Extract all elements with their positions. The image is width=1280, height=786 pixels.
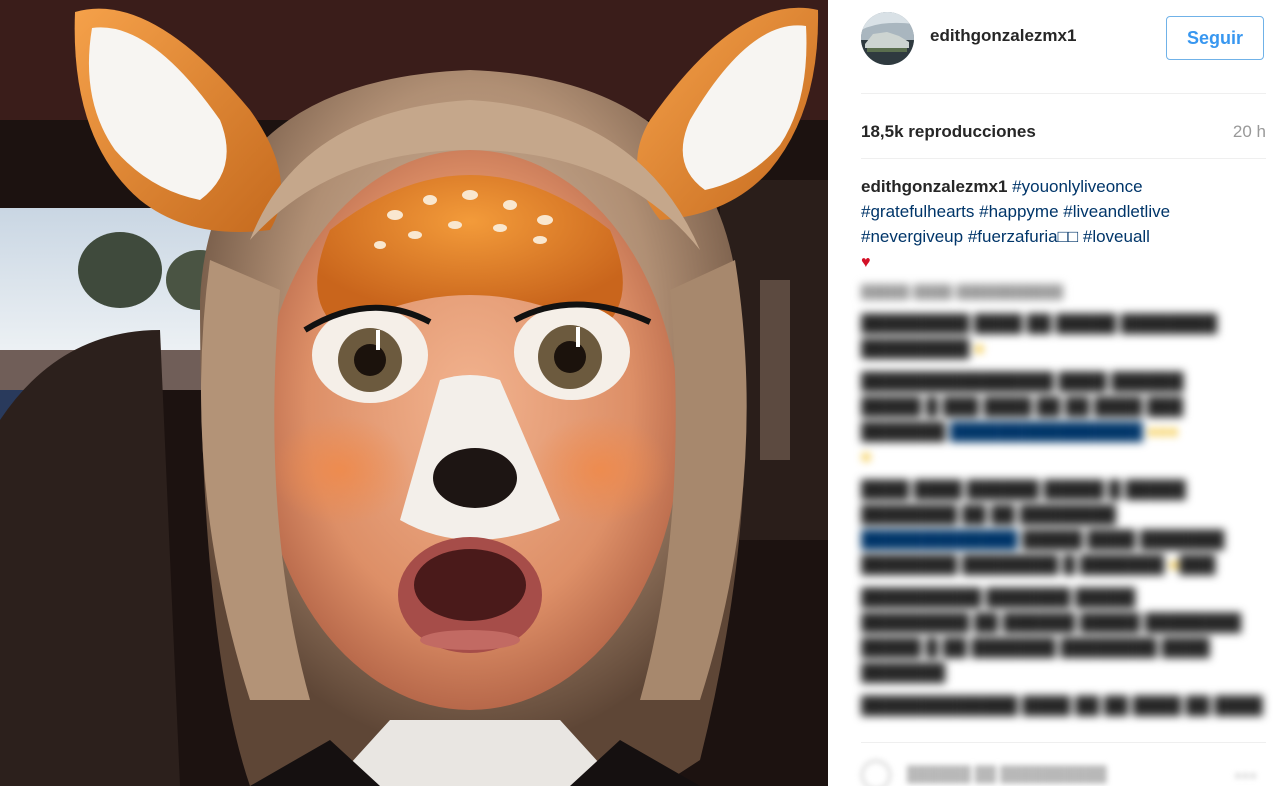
caption-line: #gratefulhearts #happyme #liveandletlive xyxy=(861,199,1261,224)
comments-divider xyxy=(861,742,1266,743)
blurred-comment: █████████ ● xyxy=(861,339,985,358)
blurred-comment: █████████████ █████ ████ ███████ xyxy=(861,530,1225,549)
blurred-comment: █████ █ ██ ███████ ████████ ████ xyxy=(861,638,1210,657)
post-video[interactable] xyxy=(0,0,828,786)
comment-input-blurred[interactable]: ██████ ██ ██████████ xyxy=(907,766,1107,783)
avatar-icon xyxy=(861,12,914,65)
blurred-comment: ████████ ██ ██ ████████ xyxy=(861,505,1117,524)
view-count[interactable]: 18,5k reproducciones xyxy=(861,122,1036,142)
post-caption: edithgonzalezmx1 #youonlyliveonce #grate… xyxy=(861,174,1261,275)
blurred-comment: ████████ ████████ █ ███████ ●███ xyxy=(861,555,1216,574)
hashtag-link[interactable]: #liveandletlive xyxy=(1063,202,1170,221)
blurred-comment: ████ ████ ██████ █████ █ █████ xyxy=(861,480,1186,499)
caption-username[interactable]: edithgonzalezmx1 xyxy=(861,177,1007,196)
blurred-comment: ████████████████ ████ ██████ xyxy=(861,372,1184,391)
more-options-icon[interactable]: ••• xyxy=(1235,768,1258,786)
instagram-post-window: edithgonzalezmx1 Seguir 18,5k reproducci… xyxy=(0,0,1280,786)
blurred-comment: █████████████ ████ ██ ██ ████ ██ ████ xyxy=(861,696,1263,715)
blurred-comment: █████████ ██ ██████ █████ ████████ xyxy=(861,613,1242,632)
deer-filter-selfie xyxy=(0,0,828,786)
blurred-comment: █████████ ████ ██ █████ ████████ xyxy=(861,314,1218,333)
heart-emoji-icon: ♥ xyxy=(861,254,871,271)
hashtag-link[interactable]: #happyme xyxy=(979,202,1058,221)
heart-outline-icon[interactable] xyxy=(861,760,891,786)
add-comment-bar[interactable]: ██████ ██ ██████████ ••• xyxy=(861,758,1266,786)
header-divider xyxy=(861,93,1266,94)
blurred-comment: ███████ ████████████████ ●●● xyxy=(861,422,1179,441)
post-header: edithgonzalezmx1 Seguir xyxy=(828,0,1280,93)
caption-line: edithgonzalezmx1 #youonlyliveonce xyxy=(861,174,1261,199)
blurred-comment: ● xyxy=(861,447,872,466)
avatar[interactable] xyxy=(861,12,914,65)
comments-blurred: █████ ████ ███████████ █████████ ████ ██… xyxy=(861,284,1266,718)
post-stats: 18,5k reproducciones 20 h xyxy=(861,122,1266,146)
blurred-comment: █████ █ ███ ████ ██ ██ ████ ███ xyxy=(861,397,1184,416)
post-sidebar: edithgonzalezmx1 Seguir 18,5k reproducci… xyxy=(828,0,1280,786)
stats-divider xyxy=(861,158,1266,159)
hashtag-link[interactable]: #gratefulhearts xyxy=(861,202,974,221)
post-timestamp[interactable]: 20 h xyxy=(1233,122,1266,142)
blurred-date-placeholder: █████ ████ ███████████ xyxy=(861,284,1064,299)
caption-line: ♥ xyxy=(861,249,1261,275)
blurred-comment: ███████ xyxy=(861,663,946,682)
blurred-comment: ██████████ ███████ █████ xyxy=(861,588,1136,607)
hashtag-link[interactable]: #nevergiveup xyxy=(861,227,963,246)
hashtag-link[interactable]: #fuerzafuria□□ xyxy=(968,227,1078,246)
hashtag-link[interactable]: #youonlyliveonce xyxy=(1012,177,1142,196)
post-author-username[interactable]: edithgonzalezmx1 xyxy=(930,26,1076,46)
caption-line: #nevergiveup #fuerzafuria□□ #loveuall xyxy=(861,224,1261,249)
follow-button[interactable]: Seguir xyxy=(1166,16,1264,60)
hashtag-link[interactable]: #loveuall xyxy=(1083,227,1150,246)
